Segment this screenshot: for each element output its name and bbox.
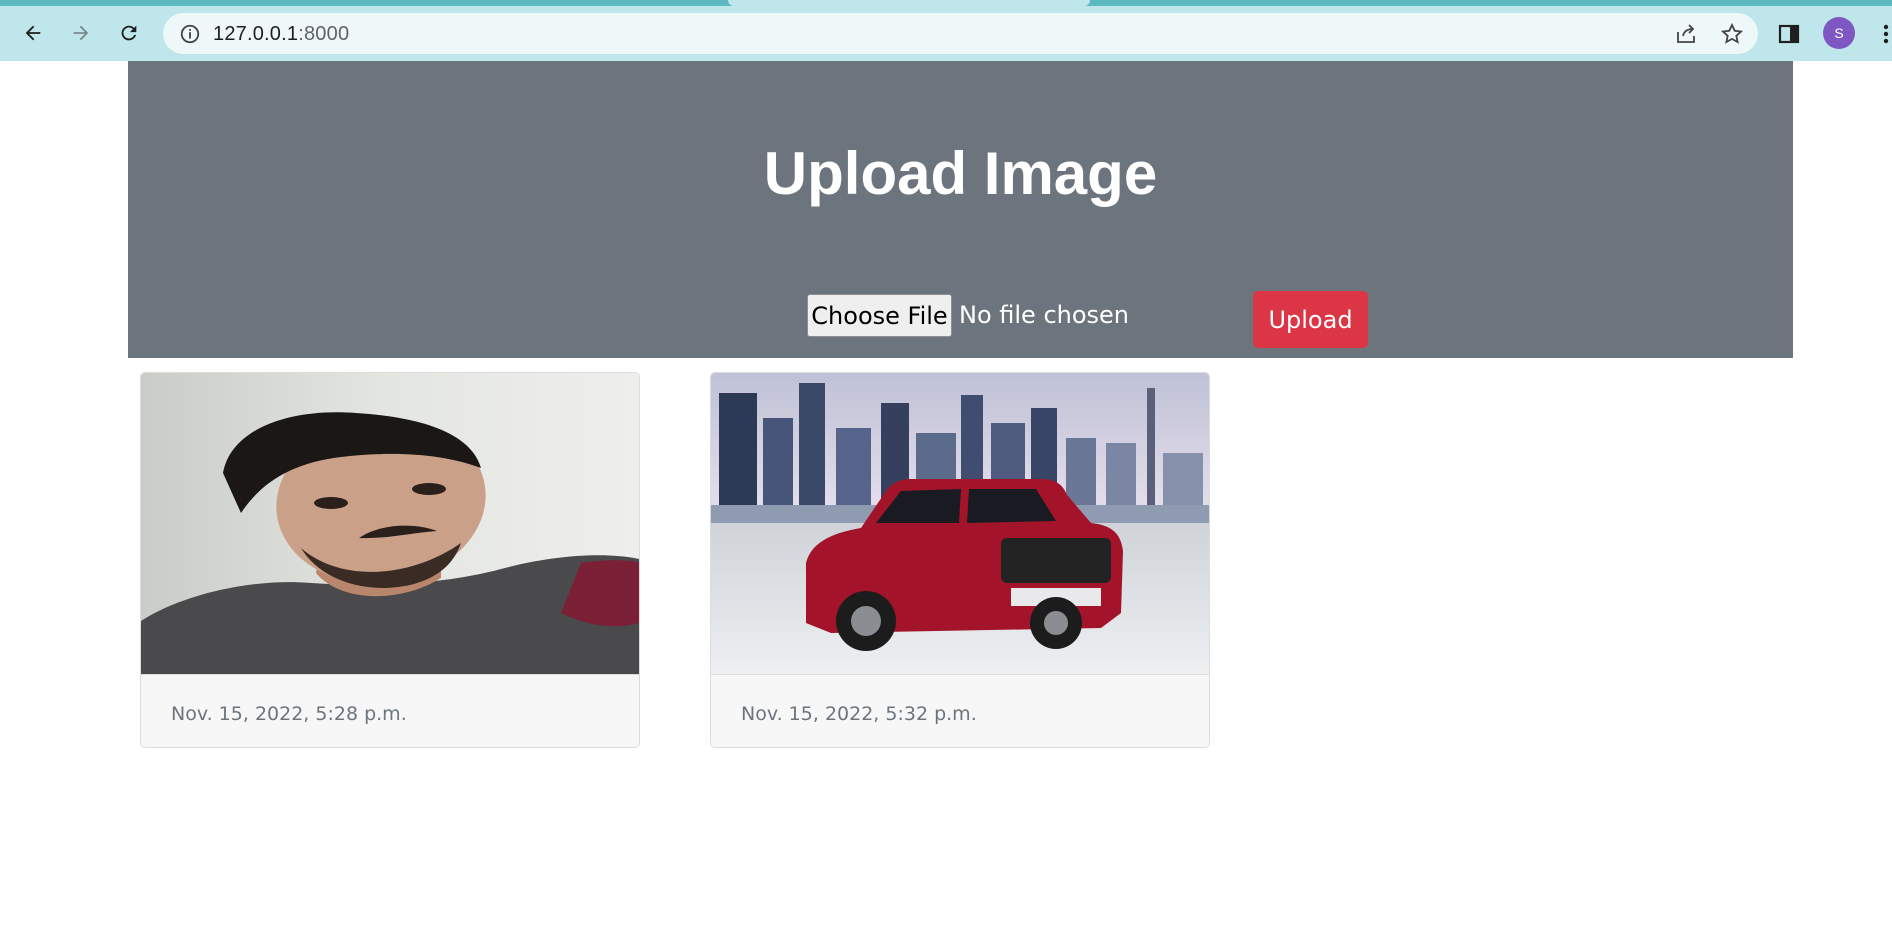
red-suv-photo bbox=[711, 373, 1209, 674]
reload-icon bbox=[121, 25, 137, 41]
image-card: Nov. 15, 2022, 5:32 p.m. bbox=[710, 372, 1210, 748]
forward-button[interactable] bbox=[67, 19, 95, 47]
upload-timestamp: Nov. 15, 2022, 5:28 p.m. bbox=[171, 703, 407, 725]
forward-arrow-icon bbox=[73, 25, 89, 41]
upload-hero: Upload Image Choose File No file chosen … bbox=[128, 61, 1793, 358]
browser-toolbar: 127.0.0.1:8000 S bbox=[0, 0, 1892, 61]
active-tab[interactable] bbox=[728, 0, 1090, 6]
address-bar[interactable]: 127.0.0.1:8000 bbox=[163, 13, 1758, 54]
bookmark-star-icon[interactable] bbox=[1720, 22, 1744, 46]
file-status-text: No file chosen bbox=[959, 301, 1130, 329]
upload-timestamp: Nov. 15, 2022, 5:32 p.m. bbox=[741, 703, 977, 725]
card-footer: Nov. 15, 2022, 5:28 p.m. bbox=[141, 674, 639, 747]
url-text[interactable]: 127.0.0.1:8000 bbox=[213, 23, 349, 46]
back-button[interactable] bbox=[19, 19, 47, 47]
choose-file-button[interactable]: Choose File bbox=[807, 294, 952, 337]
back-arrow-icon bbox=[25, 25, 41, 41]
card-footer: Nov. 15, 2022, 5:32 p.m. bbox=[711, 674, 1209, 747]
site-info-icon[interactable] bbox=[179, 23, 201, 45]
share-icon[interactable] bbox=[1674, 22, 1698, 46]
avatar[interactable]: S bbox=[1823, 17, 1855, 49]
reload-button[interactable] bbox=[115, 19, 143, 47]
tab-strip bbox=[0, 0, 1892, 6]
page-title: Upload Image bbox=[763, 140, 1158, 207]
portrait-photo bbox=[141, 373, 639, 674]
upload-button[interactable]: Upload bbox=[1253, 291, 1368, 348]
kebab-menu-icon[interactable] bbox=[1880, 22, 1892, 46]
image-card: Nov. 15, 2022, 5:28 p.m. bbox=[140, 372, 640, 748]
side-panel-icon[interactable] bbox=[1777, 22, 1801, 46]
